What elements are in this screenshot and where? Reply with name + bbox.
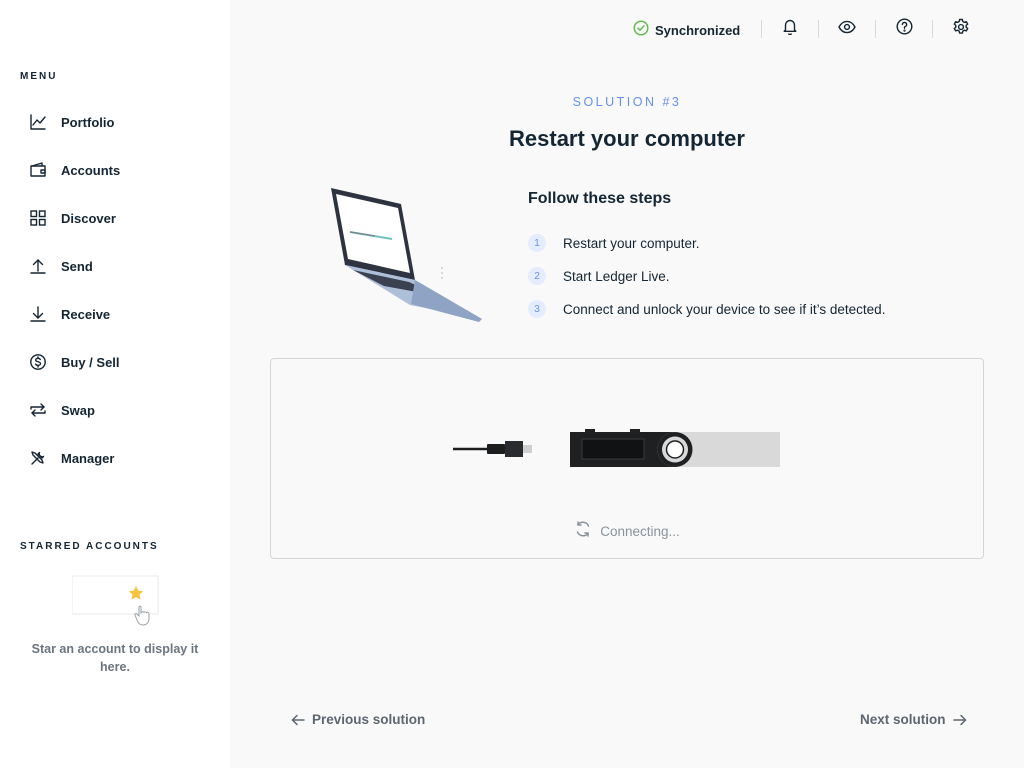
- bell-icon: [782, 18, 798, 40]
- solution-label: SOLUTION #3: [572, 95, 682, 109]
- starred-accounts-title: STARRED ACCOUNTS: [20, 541, 159, 552]
- previous-solution-label: Previous solution: [312, 712, 426, 727]
- starred-empty-illustration: [71, 575, 167, 627]
- sidebar-item-label: Send: [61, 258, 93, 274]
- ledger-device-illustration: [453, 429, 783, 469]
- wallet-icon: [28, 160, 48, 180]
- sidebar-item-discover[interactable]: Discover: [20, 194, 220, 242]
- gear-icon: [952, 18, 970, 41]
- sidebar-item-label: Portfolio: [61, 114, 115, 130]
- sidebar-item-buy-sell[interactable]: Buy / Sell: [20, 338, 220, 386]
- swap-icon: [28, 400, 48, 420]
- sidebar-item-label: Discover: [61, 210, 116, 226]
- check-circle-icon: [633, 20, 649, 41]
- notifications-button[interactable]: [779, 18, 801, 40]
- starred-empty-text: Star an account to display it here.: [31, 642, 199, 674]
- settings-button[interactable]: [950, 18, 972, 40]
- tools-icon: [28, 448, 48, 468]
- next-solution-button[interactable]: Next solution: [860, 712, 967, 727]
- menu-title: MENU: [20, 71, 58, 82]
- step-item: 1 Restart your computer.: [528, 234, 700, 252]
- sidebar-nav: Portfolio Accounts Discover Send Receive: [20, 98, 220, 482]
- dollar-icon: [28, 352, 48, 372]
- sidebar-item-label: Buy / Sell: [61, 354, 120, 370]
- help-button[interactable]: [893, 18, 915, 40]
- step-text: Start Ledger Live.: [563, 268, 670, 284]
- arrow-down-icon: [28, 304, 48, 324]
- sidebar-item-label: Manager: [61, 450, 115, 466]
- step-item: 3 Connect and unlock your device to see …: [528, 300, 885, 318]
- discreet-mode-button[interactable]: [836, 18, 858, 40]
- step-text: Connect and unlock your device to see if…: [563, 301, 886, 317]
- help-icon: [895, 18, 913, 40]
- step-item: 2 Start Ledger Live.: [528, 267, 670, 285]
- next-solution-label: Next solution: [860, 712, 946, 727]
- page-title: Restart your computer: [509, 126, 745, 151]
- steps-title: Follow these steps: [528, 190, 672, 207]
- sidebar-item-label: Accounts: [61, 162, 121, 178]
- sync-label: Synchronized: [655, 23, 741, 38]
- chart-line-icon: [28, 112, 48, 132]
- previous-solution-button[interactable]: Previous solution: [291, 712, 425, 727]
- step-number: 1: [528, 234, 546, 252]
- device-connection-panel: Connecting...: [270, 358, 984, 559]
- sidebar-item-send[interactable]: Send: [20, 242, 220, 290]
- sidebar-item-swap[interactable]: Swap: [20, 386, 220, 434]
- sidebar-item-portfolio[interactable]: Portfolio: [20, 98, 220, 146]
- arrow-up-icon: [28, 256, 48, 276]
- connecting-status: Connecting...: [271, 520, 983, 543]
- sidebar: MENU Portfolio Accounts Discover Send Re…: [0, 0, 230, 768]
- sync-status[interactable]: Synchronized: [633, 20, 740, 41]
- loading-spinner-icon: [574, 520, 592, 543]
- step-number: 2: [528, 267, 546, 285]
- divider: [932, 20, 933, 38]
- sidebar-item-label: Swap: [61, 402, 95, 418]
- laptop-illustration: [318, 182, 488, 327]
- arrow-left-icon: [291, 714, 305, 726]
- step-number: 3: [528, 300, 546, 318]
- step-text: Restart your computer.: [563, 235, 700, 251]
- connecting-text: Connecting...: [600, 524, 680, 539]
- grid-icon: [28, 208, 48, 228]
- sidebar-item-receive[interactable]: Receive: [20, 290, 220, 338]
- divider: [761, 20, 762, 38]
- topbar: Synchronized: [230, 0, 1024, 58]
- sidebar-item-manager[interactable]: Manager: [20, 434, 220, 482]
- sidebar-item-label: Receive: [61, 306, 111, 322]
- eye-icon: [838, 20, 856, 39]
- arrow-right-icon: [952, 714, 967, 726]
- sidebar-item-accounts[interactable]: Accounts: [20, 146, 220, 194]
- divider: [875, 20, 876, 38]
- divider: [818, 20, 819, 38]
